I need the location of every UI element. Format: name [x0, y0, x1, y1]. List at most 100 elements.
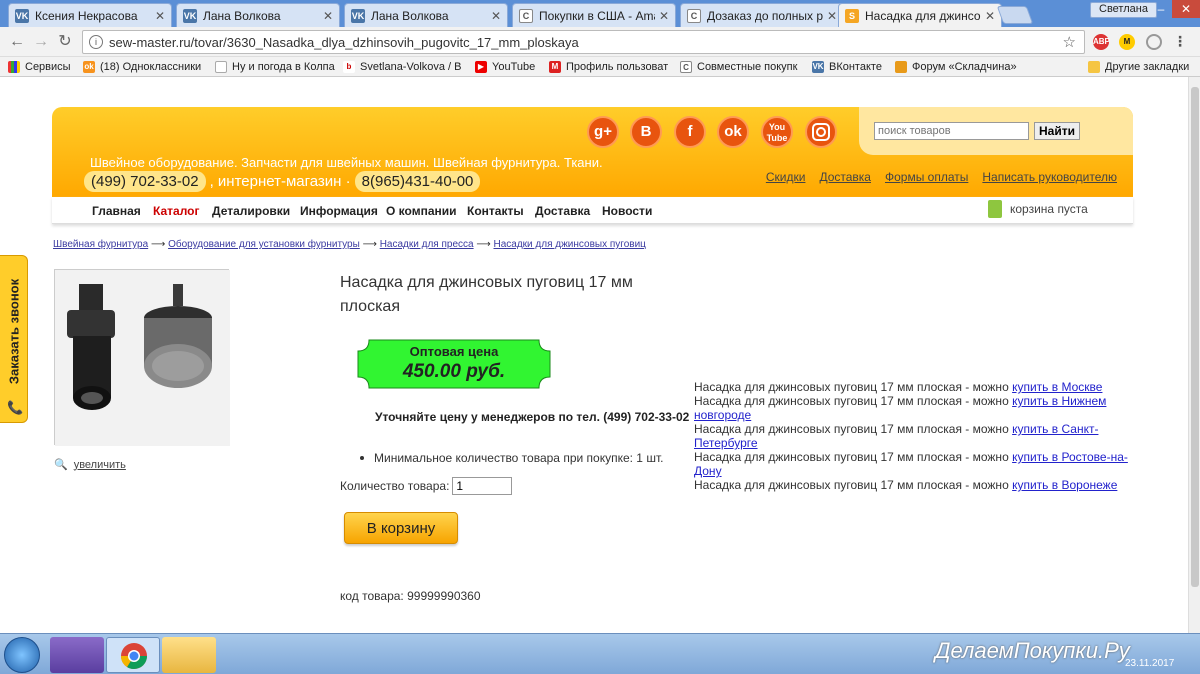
city-link[interactable]: купить в Воронеже [1012, 478, 1117, 492]
star-icon[interactable]: ☆ [1063, 33, 1076, 51]
link-delivery[interactable]: Доставка [819, 170, 871, 184]
instagram-icon[interactable] [805, 116, 837, 148]
search-input[interactable] [874, 122, 1029, 140]
globe-icon[interactable] [1146, 34, 1162, 50]
breadcrumb-link[interactable]: Оборудование для установки фурнитуры [168, 239, 360, 250]
page-content: g+ B f ok You Tube Найти Швейное оборудо… [0, 77, 1188, 633]
info-icon[interactable]: i [89, 35, 103, 49]
watermark-text: ДелаемПокупки.Ру [935, 638, 1130, 663]
address-bar[interactable]: i sew-master.ru/tovar/3630_Nasadka_dlya_… [82, 30, 1085, 54]
visual-studio-icon[interactable] [50, 637, 104, 673]
quantity-label: Количество товара: [340, 479, 450, 493]
browser-tab[interactable]: VK Ксения Некрасова ✕ [8, 3, 172, 27]
nav-info[interactable]: Информация [300, 204, 378, 218]
scrollbar-thumb[interactable] [1191, 87, 1199, 587]
other-bookmarks[interactable]: Другие закладки [1088, 59, 1189, 75]
reload-icon[interactable]: ↻ [54, 31, 76, 53]
breadcrumb-link[interactable]: Швейная фурнитура [53, 239, 148, 250]
minimize-icon[interactable]: – [1150, 0, 1172, 18]
browser-tab-active[interactable]: S Насадка для джинсовы ✕ [838, 3, 1002, 27]
adblock-icon[interactable]: ABP [1093, 34, 1110, 50]
search-button[interactable]: Найти [1034, 122, 1080, 140]
breadcrumb-link[interactable]: Насадки для джинсовых пуговиц [494, 239, 646, 250]
city-row: Насадка для джинсовых пуговиц 17 мм плос… [694, 478, 1118, 492]
browser-tab[interactable]: VK Лана Волкова ✕ [176, 3, 340, 27]
nav-news[interactable]: Новости [602, 204, 652, 218]
bookmark-services[interactable]: Сервисы [8, 59, 71, 75]
page-scrollbar[interactable] [1188, 77, 1200, 633]
add-to-cart-button[interactable]: В корзину [344, 512, 458, 544]
close-window-icon[interactable]: ✕ [1172, 0, 1200, 18]
nav-about[interactable]: О компании [386, 204, 457, 218]
youtube-icon[interactable]: You Tube [761, 116, 793, 148]
folder-icon[interactable] [162, 637, 216, 673]
m-icon: M [549, 61, 561, 73]
city-links: Насадка для джинсовых пуговиц 17 мм плос… [694, 380, 1134, 492]
phone-line: (499) 702-33-02 , интернет-магазин · 8(9… [84, 171, 481, 192]
doc-icon: C [687, 8, 701, 23]
vkontakte-icon[interactable]: B [630, 116, 662, 148]
nav-contacts[interactable]: Контакты [467, 204, 524, 218]
close-icon[interactable]: ✕ [155, 9, 165, 23]
close-icon[interactable]: ✕ [985, 9, 995, 23]
zoom-link[interactable]: 🔍 увеличить [54, 458, 126, 472]
min-quantity: Минимальное количество товара при покупк… [360, 451, 663, 465]
google-plus-icon[interactable]: g+ [587, 116, 619, 148]
phone-number[interactable]: (499) 702-33-02 [84, 171, 206, 192]
close-icon[interactable]: ✕ [659, 9, 669, 23]
apps-icon [8, 61, 20, 73]
product-image[interactable] [54, 269, 230, 446]
vk-icon: VK [183, 8, 197, 23]
link-write-manager[interactable]: Написать руководителю [982, 170, 1117, 184]
vk-icon: VK [351, 8, 365, 23]
city-link[interactable]: купить в Москве [1012, 380, 1102, 394]
close-icon[interactable]: ✕ [323, 9, 333, 23]
nav-catalog[interactable]: Каталог [153, 204, 200, 218]
callback-tab[interactable]: Заказать звонок 📞 [0, 255, 28, 423]
link-discounts[interactable]: Скидки [766, 170, 806, 184]
nav-details[interactable]: Деталировки [212, 204, 290, 218]
browser-tab[interactable]: C Дозаказ до полных ряд ✕ [680, 3, 844, 27]
browser-tab[interactable]: VK Лана Волкова ✕ [344, 3, 508, 27]
browser-tabbar: VK Ксения Некрасова ✕ VK Лана Волкова ✕ … [0, 0, 1200, 27]
bookmark-item[interactable]: ok (18) Одноклассники [83, 59, 201, 75]
close-icon[interactable]: ✕ [491, 9, 501, 23]
price-label: Оптовая цена [409, 344, 499, 359]
quantity-input[interactable] [452, 477, 513, 495]
search-box: Найти [859, 107, 1133, 155]
bookmark-item[interactable]: Ну и погода в Колпа [215, 59, 335, 75]
chrome-icon[interactable] [106, 637, 160, 673]
odnoklassniki-icon[interactable]: ok [717, 116, 749, 148]
vk-icon: VK [812, 61, 824, 73]
city-row: Насадка для джинсовых пуговиц 17 мм плос… [694, 394, 1107, 422]
bookmark-item[interactable]: M Профиль пользоват [549, 59, 668, 75]
doc-icon: C [519, 8, 533, 23]
bookmark-item[interactable]: C Совместные покупк [680, 59, 797, 75]
extension-icon[interactable]: M [1119, 34, 1135, 50]
profile-button[interactable]: Светлана [1090, 2, 1157, 18]
bookmark-item[interactable]: b Svetlana-Volkova / В [343, 59, 462, 75]
price-badge: Оптовая цена 450.00 руб. [357, 339, 551, 389]
new-tab-button[interactable] [996, 6, 1034, 24]
bookmark-youtube[interactable]: ▶ YouTube [475, 59, 535, 75]
start-button[interactable] [4, 637, 40, 673]
arrow-right-icon: ⟶ [362, 239, 380, 250]
coins-icon [895, 61, 907, 73]
cart-status: корзина пуста [1010, 202, 1088, 216]
arrow-right-icon: ⟶ [476, 239, 494, 250]
link-payment[interactable]: Формы оплаты [885, 170, 968, 184]
breadcrumb: Швейная фурнитура ⟶ Оборудование для уст… [53, 239, 646, 250]
bookmark-item[interactable]: Форум «Складчина» [895, 59, 1017, 75]
browser-tab[interactable]: C Покупки в США - Amaz ✕ [512, 3, 676, 27]
facebook-icon[interactable]: f [674, 116, 706, 148]
breadcrumb-link[interactable]: Насадки для пресса [380, 239, 474, 250]
close-icon[interactable]: ✕ [827, 9, 837, 23]
back-icon[interactable]: ← [6, 31, 28, 53]
menu-icon[interactable]: ⋮ [1172, 34, 1188, 50]
nav-home[interactable]: Главная [92, 204, 141, 218]
forward-icon[interactable]: → [30, 31, 52, 53]
phone-number[interactable]: 8(965)431-40-00 [354, 171, 481, 192]
cart-widget[interactable]: корзина пуста [988, 200, 1088, 218]
nav-delivery[interactable]: Доставка [535, 204, 590, 218]
bookmark-vk[interactable]: VK ВКонтакте [812, 59, 882, 75]
